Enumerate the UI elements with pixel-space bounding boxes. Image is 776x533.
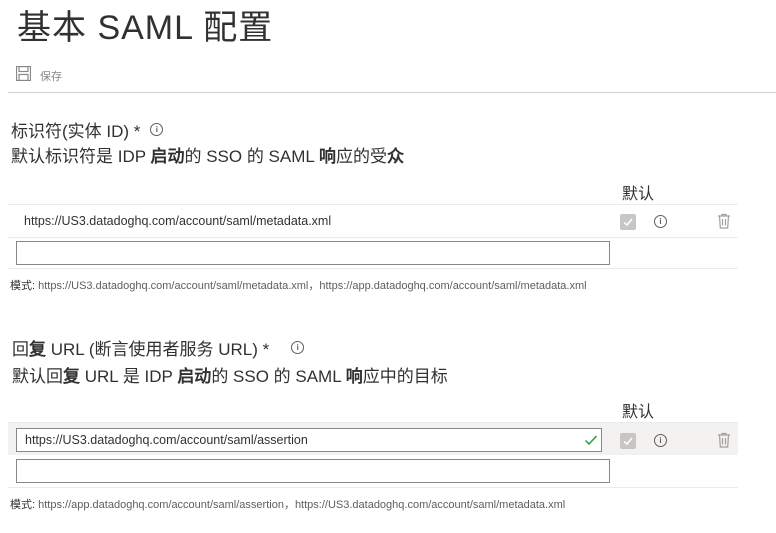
default-column-header: 默认 xyxy=(622,186,655,203)
row-divider xyxy=(8,487,738,488)
table-row: https://US3.datadoghq.com/account/saml/m… xyxy=(8,204,738,237)
pattern-label: 模式: xyxy=(10,280,39,292)
info-icon[interactable]: i xyxy=(654,215,667,228)
heading-text: URL (断言使用者服务 URL) * xyxy=(46,340,270,359)
reply-url-heading: 回复 URL (断言使用者服务 URL) * i xyxy=(12,335,305,360)
default-checkbox[interactable] xyxy=(620,433,636,449)
pattern-value: https://app.datadoghq.com/account/saml/a… xyxy=(38,499,566,511)
desc-bold: 众 xyxy=(386,147,404,166)
reply-url-heading-text: 回复 URL (断言使用者服务 URL) * xyxy=(12,335,269,360)
reply-url-description: 默认回复 URL 是 IDP 启动的 SSO 的 SAML 响应中的目标 xyxy=(12,362,448,387)
identifier-pattern: 模式: https://US3.datadoghq.com/account/sa… xyxy=(10,277,587,293)
desc-bold: 启动 xyxy=(150,147,185,166)
desc-text: 应中的目标 xyxy=(362,367,448,386)
identifier-description: 默认标识符是 IDP 启动的 SSO 的 SAML 响应的受众 xyxy=(11,142,404,167)
desc-bold: 响 xyxy=(345,367,363,386)
desc-text: 应的受 xyxy=(335,147,387,166)
row-divider xyxy=(8,268,738,269)
desc-bold: 响 xyxy=(318,147,336,166)
identifier-value[interactable]: https://US3.datadoghq.com/account/saml/m… xyxy=(24,214,331,228)
toolbar-divider xyxy=(8,92,776,93)
desc-bold: 复 xyxy=(63,367,80,386)
table-row: https://US3.datadoghq.com/account/saml/a… xyxy=(8,422,738,455)
checkbox-check-icon xyxy=(623,218,633,227)
trash-icon[interactable] xyxy=(717,432,731,453)
save-label: 保存 xyxy=(40,71,62,83)
pattern-value: https://US3.datadoghq.com/account/saml/m… xyxy=(38,280,587,292)
info-icon[interactable]: i xyxy=(654,434,667,447)
trash-icon[interactable] xyxy=(717,213,731,234)
desc-text: 的 SSO 的 SAML xyxy=(184,147,319,166)
heading-bold: 复 xyxy=(29,340,46,359)
desc-text: URL 是 IDP xyxy=(80,367,178,386)
default-column-header: 默认 xyxy=(622,404,655,421)
reply-url-pattern: 模式: https://app.datadoghq.com/account/sa… xyxy=(10,496,565,512)
valid-check-icon xyxy=(584,433,598,451)
desc-text: 默认回 xyxy=(12,367,63,386)
desc-text: 默认标识符是 IDP xyxy=(11,147,151,166)
heading-text: 回 xyxy=(12,340,29,359)
checkbox-check-icon xyxy=(623,437,633,446)
desc-text: 的 SSO 的 SAML xyxy=(211,367,346,386)
identifier-new-input[interactable] xyxy=(16,241,610,265)
save-button[interactable]: 保存 xyxy=(15,65,62,86)
identifier-heading: 标识符(实体 ID) * i xyxy=(11,117,164,142)
info-icon[interactable]: i xyxy=(150,123,164,136)
reply-url-input[interactable]: https://US3.datadoghq.com/account/saml/a… xyxy=(16,428,602,452)
reply-url-new-input[interactable] xyxy=(16,459,610,483)
identifier-heading-text: 标识符(实体 ID) * xyxy=(11,122,141,141)
save-icon xyxy=(15,65,32,86)
pattern-label: 模式: xyxy=(10,499,39,511)
row-divider xyxy=(8,237,738,238)
info-icon[interactable]: i xyxy=(291,341,305,354)
desc-bold: 启动 xyxy=(177,367,212,386)
default-checkbox[interactable] xyxy=(620,214,636,230)
page-title: 基本 SAML 配置 xyxy=(17,9,274,47)
